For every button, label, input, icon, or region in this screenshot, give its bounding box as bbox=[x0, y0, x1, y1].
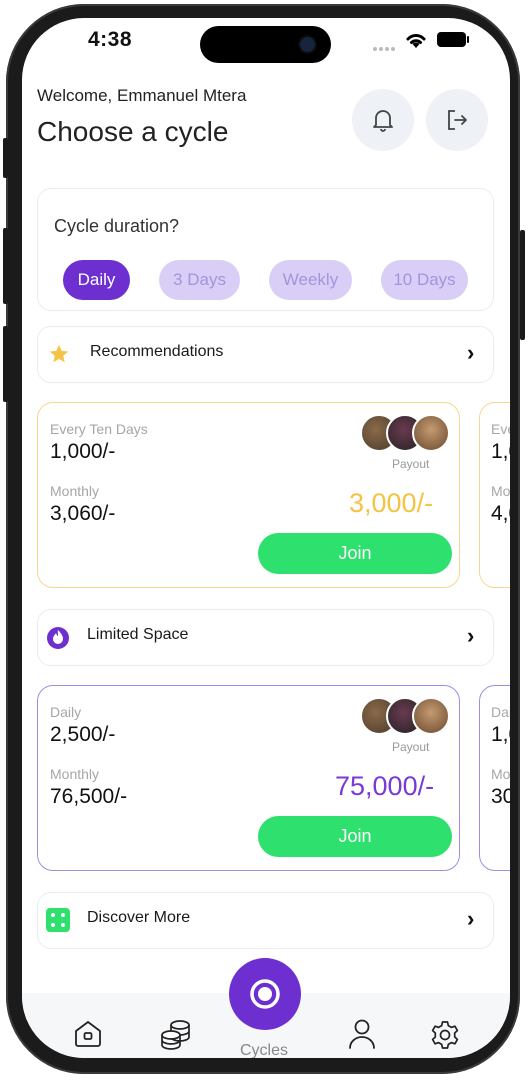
tab-cycles-label: Cycles bbox=[240, 1042, 289, 1058]
monthly-label: Mo bbox=[491, 766, 510, 782]
bell-icon bbox=[373, 110, 393, 132]
star-icon bbox=[48, 343, 70, 370]
avatar bbox=[412, 414, 450, 452]
status-time: 4:38 bbox=[88, 28, 133, 51]
dice-icon bbox=[46, 908, 70, 937]
chevron-right-icon: › bbox=[467, 623, 475, 648]
monthly-label: Monthly bbox=[50, 483, 100, 499]
duration-option-3-days[interactable]: 3 Days bbox=[159, 260, 240, 300]
cycle-period-label: Eve bbox=[491, 421, 510, 437]
tab-home[interactable] bbox=[72, 1018, 104, 1055]
monthly-label: Monthly bbox=[50, 766, 100, 782]
limited-space-label: Limited Space bbox=[87, 626, 189, 643]
welcome-text: Welcome, Emmanuel Mtera bbox=[37, 86, 247, 105]
recommendations-label: Recommendations bbox=[90, 343, 224, 360]
monthly-amount: 30 bbox=[491, 785, 510, 808]
duration-option-10-days[interactable]: 10 Days bbox=[381, 260, 468, 300]
join-button[interactable]: Join bbox=[258, 533, 452, 574]
join-button[interactable]: Join bbox=[258, 816, 452, 857]
power-button bbox=[520, 230, 525, 340]
monthly-amount: 4,0 bbox=[491, 502, 510, 525]
gear-icon bbox=[431, 1021, 459, 1049]
monthly-amount: 3,060/- bbox=[50, 502, 116, 525]
duration-option-weekly[interactable]: Weekly bbox=[269, 260, 352, 300]
member-avatars bbox=[360, 697, 450, 737]
chevron-right-icon: › bbox=[467, 906, 475, 931]
duration-option-daily[interactable]: Daily bbox=[63, 260, 130, 300]
camera-icon bbox=[300, 37, 315, 52]
payout-label: Payout bbox=[392, 457, 430, 471]
payout-amount: 75,000/- bbox=[335, 771, 435, 801]
monthly-label: Mo bbox=[491, 483, 510, 499]
tab-cycles[interactable] bbox=[229, 958, 301, 1030]
payout-amount: 3,000/- bbox=[349, 488, 434, 518]
user-icon bbox=[349, 1019, 375, 1049]
logout-button[interactable] bbox=[426, 89, 488, 151]
chevron-right-icon: › bbox=[467, 340, 475, 365]
volume-down-button bbox=[3, 326, 8, 402]
cycle-duration-label: Cycle duration? bbox=[54, 216, 180, 236]
contribution-amount: 2,500/- bbox=[50, 723, 116, 746]
cycle-period-label: Daily bbox=[50, 704, 82, 720]
home-icon bbox=[75, 1021, 101, 1047]
tab-savings[interactable] bbox=[159, 1018, 193, 1055]
cycle-period-label: Every Ten Days bbox=[50, 421, 148, 437]
signal-icon bbox=[372, 40, 398, 58]
flame-icon bbox=[46, 624, 70, 655]
avatar bbox=[412, 697, 450, 735]
cycle-period-label: Dai bbox=[491, 704, 510, 720]
notifications-button[interactable] bbox=[352, 89, 414, 151]
app-screen: 4:38 Welcome, Emmanuel Mtera Choose a cy… bbox=[22, 18, 510, 1058]
mute-switch bbox=[3, 138, 8, 178]
tab-profile[interactable] bbox=[348, 1018, 376, 1055]
monthly-amount: 76,500/- bbox=[50, 785, 128, 808]
contribution-amount: 1,0 bbox=[491, 440, 510, 463]
volume-up-button bbox=[3, 228, 8, 304]
coins-icon bbox=[161, 1020, 190, 1050]
dynamic-island bbox=[200, 26, 331, 63]
battery-icon bbox=[436, 31, 470, 53]
contribution-amount: 1,000/- bbox=[50, 440, 116, 463]
tab-settings[interactable] bbox=[429, 1019, 461, 1056]
discover-more-label: Discover More bbox=[87, 909, 191, 926]
wifi-icon bbox=[404, 30, 428, 55]
page-title: Choose a cycle bbox=[37, 116, 229, 147]
contribution-amount: 1,0 bbox=[491, 723, 510, 746]
payout-label: Payout bbox=[392, 740, 430, 754]
logout-icon bbox=[448, 110, 467, 130]
member-avatars bbox=[360, 414, 450, 454]
cycles-icon bbox=[250, 979, 280, 1009]
